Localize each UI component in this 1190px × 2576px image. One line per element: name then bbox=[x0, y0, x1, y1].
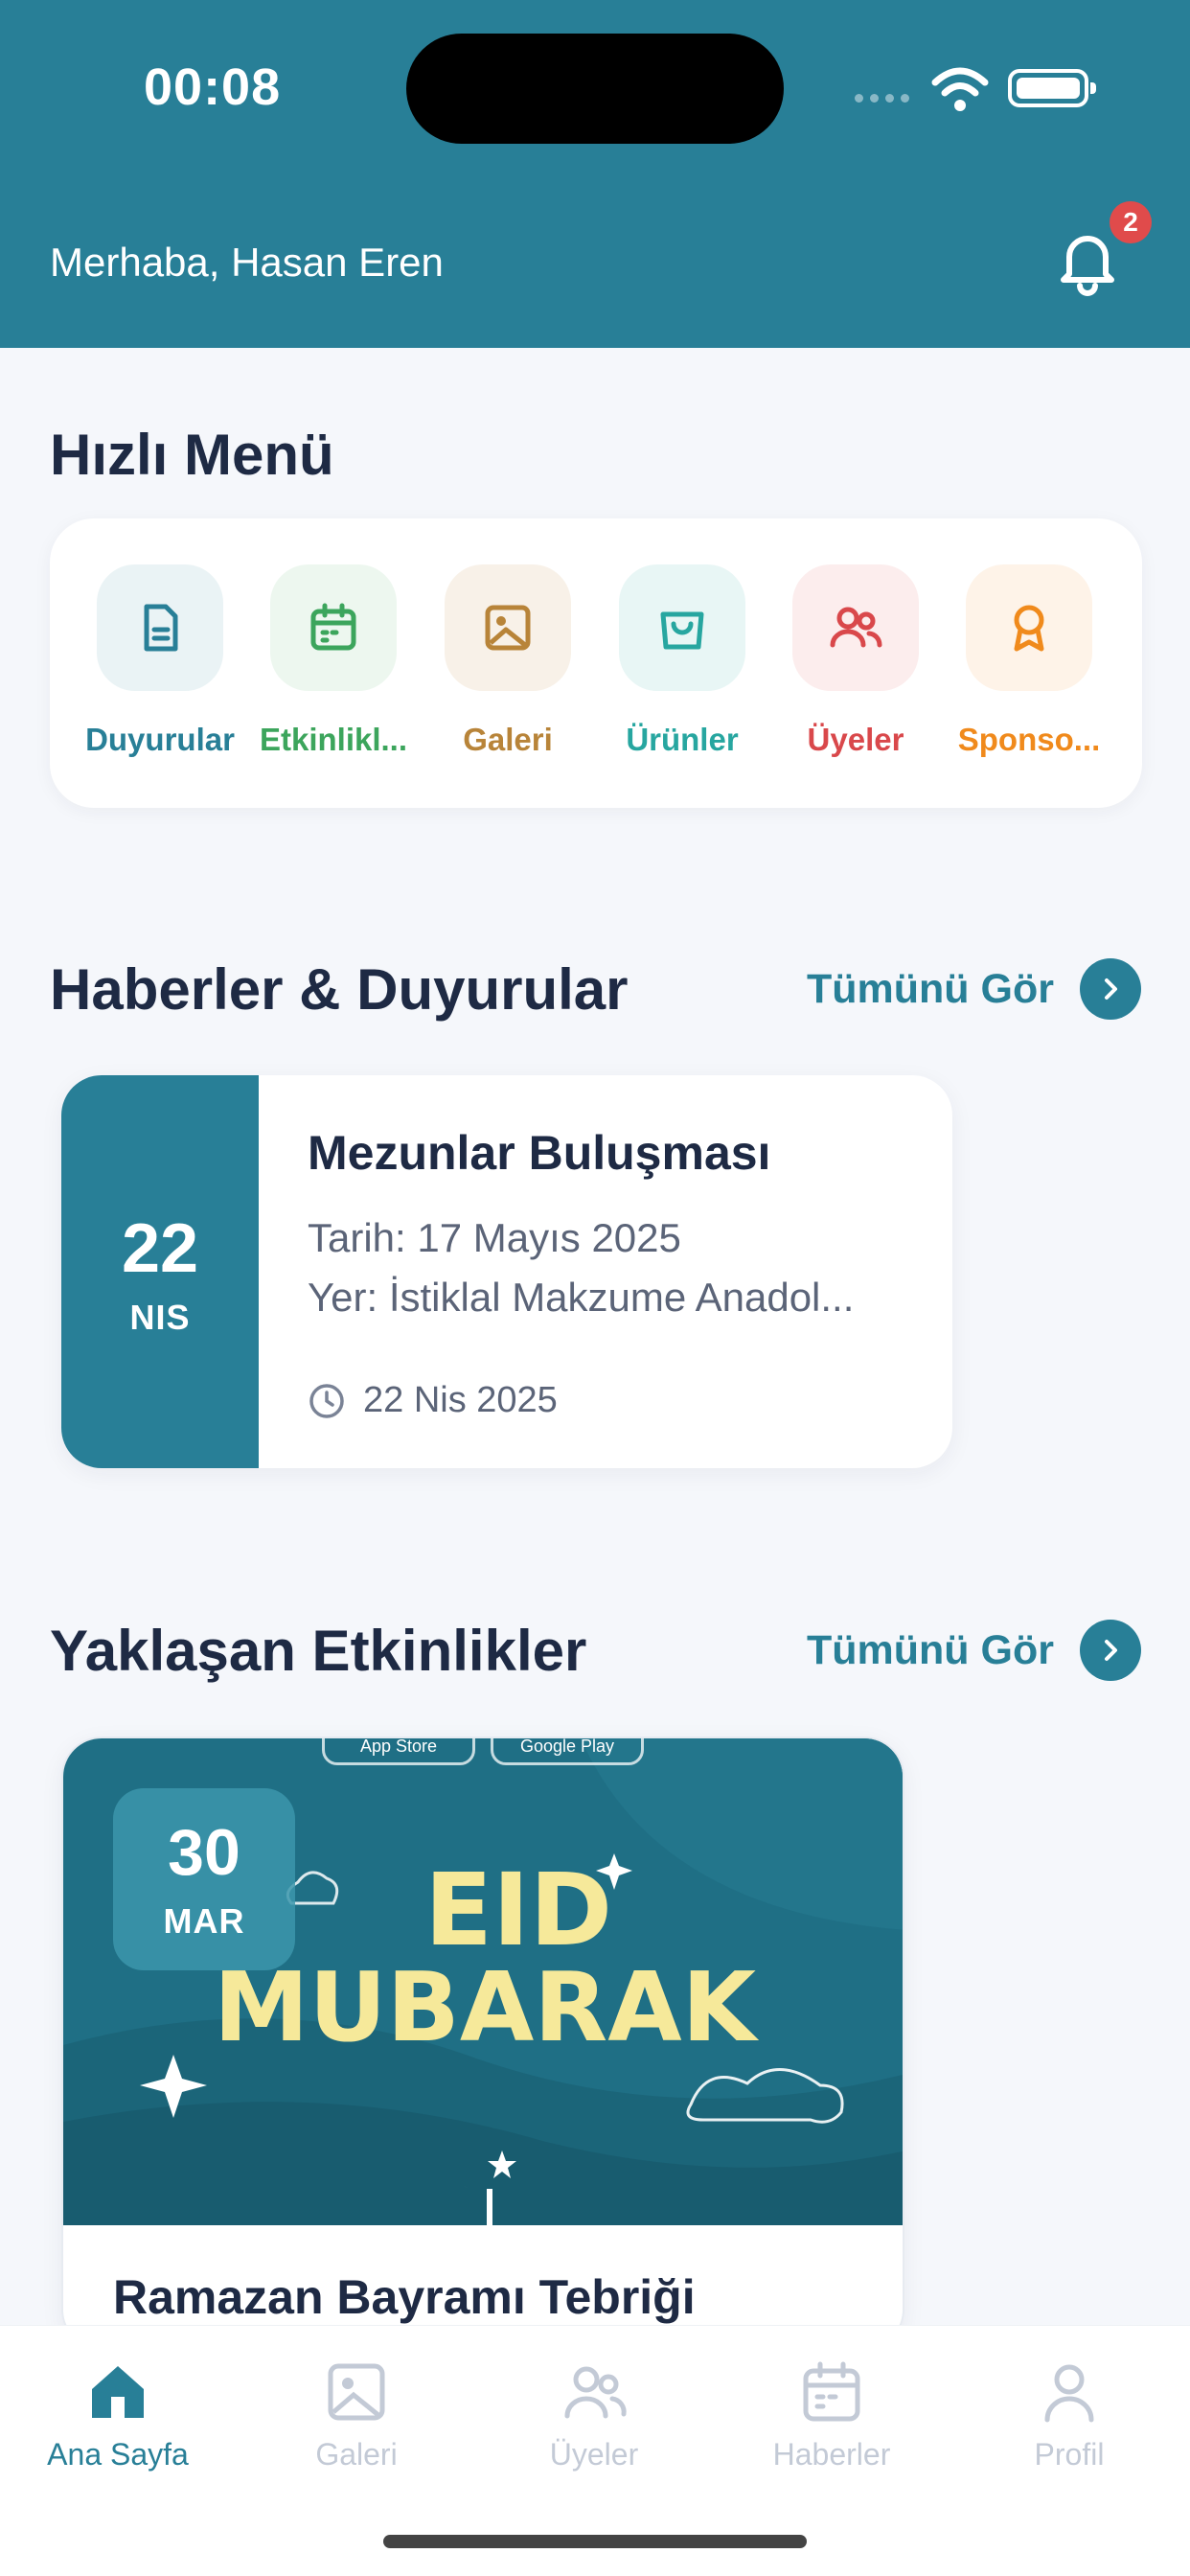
news-date-block: 22 NIS bbox=[61, 1075, 259, 1468]
quick-menu-title: Hızlı Menü bbox=[50, 423, 334, 487]
wifi-icon bbox=[931, 67, 989, 111]
user-icon bbox=[1044, 2364, 1094, 2423]
quick-menu-item-urunler[interactable]: Ürünler bbox=[601, 564, 764, 758]
quick-menu-item-galeri[interactable]: Galeri bbox=[426, 564, 589, 758]
calendar-icon bbox=[803, 2361, 860, 2422]
users-icon bbox=[564, 2366, 627, 2419]
app-header: 00:08 Merhaba, Hasan Eren 2 bbox=[0, 0, 1190, 348]
news-headline: Mezunlar Buluşması bbox=[308, 1126, 771, 1180]
news-see-all-link[interactable]: Tümünü Gör bbox=[807, 966, 1054, 1013]
events-section-title: Yaklaşan Etkinlikler bbox=[50, 1619, 587, 1683]
news-month: NIS bbox=[129, 1298, 191, 1337]
shopping-bag-icon bbox=[619, 564, 745, 691]
news-card[interactable]: 22 NIS Mezunlar Buluşması Tarih: 17 Mayı… bbox=[61, 1075, 952, 1468]
news-date-line: Tarih: 17 Mayıs 2025 bbox=[308, 1215, 681, 1260]
users-icon bbox=[792, 564, 919, 691]
quick-menu-label: Duyurular bbox=[85, 722, 235, 757]
cellular-signal-icon bbox=[855, 94, 909, 103]
event-banner-image: App Store Google Play EID MUBARAK 30 MAR bbox=[63, 1738, 903, 2225]
event-card[interactable]: App Store Google Play EID MUBARAK 30 MAR… bbox=[61, 1736, 904, 2350]
events-see-all-link[interactable]: Tümünü Gör bbox=[807, 1627, 1054, 1674]
event-month: MAR bbox=[163, 1901, 245, 1941]
tab-label: Galeri bbox=[315, 2437, 398, 2472]
quick-menu-label: Etkinlikl... bbox=[259, 722, 408, 757]
calendar-icon bbox=[270, 564, 397, 691]
quick-menu-item-sponsorlar[interactable]: Sponso... bbox=[948, 564, 1110, 758]
events-see-all-button[interactable] bbox=[1080, 1620, 1141, 1681]
event-day: 30 bbox=[168, 1816, 240, 1889]
greeting-text: Merhaba, Hasan Eren bbox=[50, 240, 444, 285]
quick-menu-item-duyurular[interactable]: Duyurular bbox=[79, 564, 241, 758]
battery-icon bbox=[1008, 69, 1096, 107]
app-store-badge: App Store bbox=[322, 1738, 475, 1765]
home-indicator[interactable] bbox=[383, 2535, 807, 2548]
quick-menu-label: Üyeler bbox=[807, 722, 904, 757]
status-time: 00:08 bbox=[144, 58, 282, 116]
tab-label: Ana Sayfa bbox=[47, 2437, 189, 2472]
notification-badge: 2 bbox=[1110, 201, 1152, 243]
news-location-line: Yer: İstiklal Makzume Anadol... bbox=[308, 1275, 855, 1320]
quick-menu-label: Ürünler bbox=[626, 722, 739, 757]
quick-menu-card: Duyurular Etkinlikl... Galeri Ürünler Üy… bbox=[50, 518, 1142, 808]
tab-label: Haberler bbox=[772, 2437, 891, 2472]
news-posted-date: 22 Nis 2025 bbox=[308, 1380, 558, 1421]
news-day: 22 bbox=[121, 1210, 199, 1287]
quick-menu-label: Sponso... bbox=[957, 722, 1101, 757]
event-headline: Ramazan Bayramı Tebriği bbox=[113, 2270, 696, 2324]
google-play-badge: Google Play bbox=[491, 1738, 644, 1765]
news-see-all-button[interactable] bbox=[1080, 958, 1141, 1020]
clock-icon bbox=[309, 1383, 344, 1418]
dynamic-island bbox=[406, 34, 784, 144]
home-icon bbox=[92, 2366, 144, 2418]
tab-label: Profil bbox=[1034, 2437, 1105, 2472]
award-icon bbox=[966, 564, 1092, 691]
quick-menu-item-uyeler[interactable]: Üyeler bbox=[774, 564, 937, 758]
tab-profil[interactable]: Profil bbox=[973, 2358, 1165, 2472]
quick-menu-item-etkinlikler[interactable]: Etkinlikl... bbox=[252, 564, 415, 758]
tab-haberler[interactable]: Haberler bbox=[736, 2358, 927, 2472]
image-icon bbox=[445, 564, 571, 691]
chevron-right-icon bbox=[1105, 978, 1117, 1000]
document-icon bbox=[97, 564, 223, 691]
bell-icon[interactable] bbox=[1052, 226, 1123, 297]
tab-galeri[interactable]: Galeri bbox=[261, 2358, 452, 2472]
news-section-title: Haberler & Duyurular bbox=[50, 957, 629, 1022]
tab-uyeler[interactable]: Üyeler bbox=[498, 2358, 690, 2472]
image-icon bbox=[328, 2363, 385, 2421]
news-posted-text: 22 Nis 2025 bbox=[363, 1380, 558, 1420]
tab-label: Üyeler bbox=[549, 2437, 639, 2472]
event-date-badge: 30 MAR bbox=[113, 1788, 295, 1970]
quick-menu-label: Galeri bbox=[463, 722, 553, 757]
tab-ana-sayfa[interactable]: Ana Sayfa bbox=[22, 2358, 214, 2472]
chevron-right-icon bbox=[1105, 1640, 1117, 1661]
